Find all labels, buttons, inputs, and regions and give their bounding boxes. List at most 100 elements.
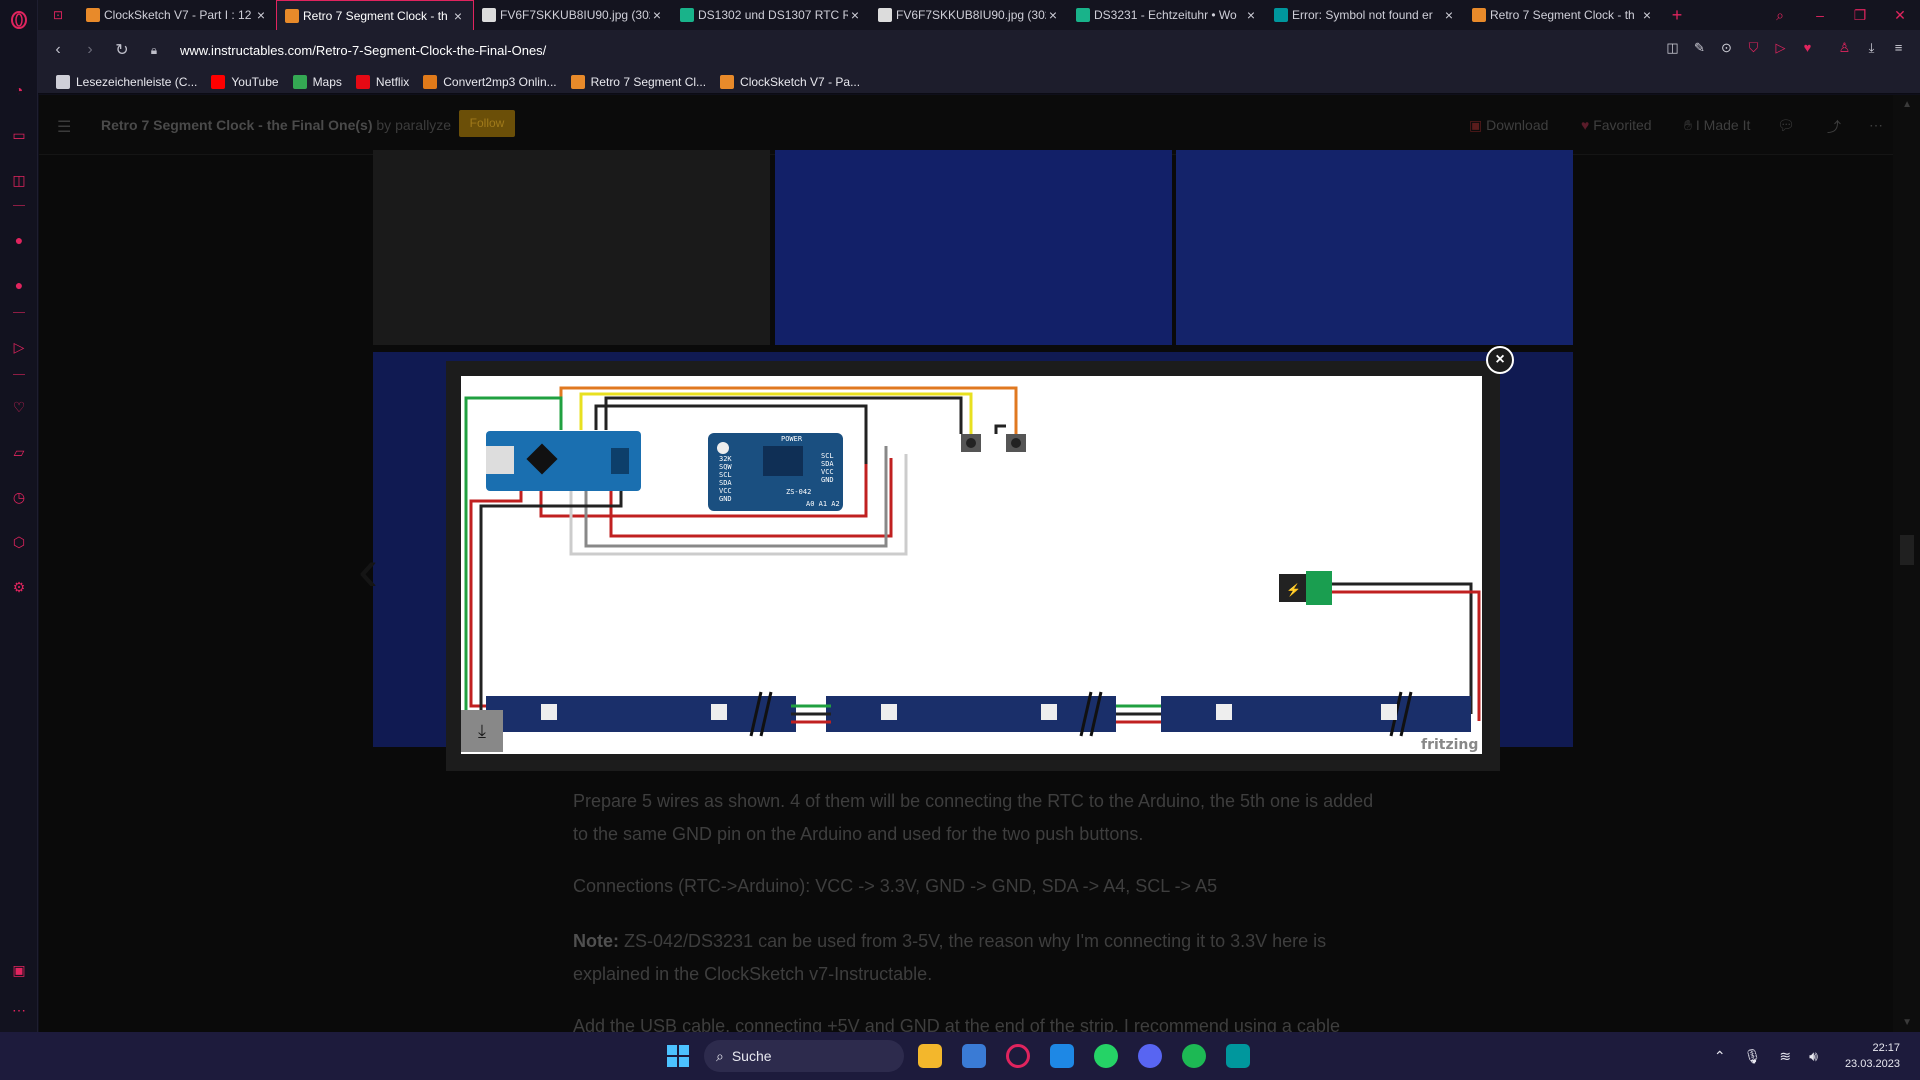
snapshot-icon[interactable]: ⊙ (1713, 40, 1740, 56)
mail-icon[interactable] (1040, 1040, 1084, 1072)
account-icon[interactable]: ♙ (1831, 40, 1858, 56)
tab-favicon (1472, 8, 1486, 22)
menu-icon[interactable]: ☰ (57, 117, 71, 137)
close-tab-icon[interactable]: × (451, 8, 465, 24)
back-button[interactable]: ‹ (42, 41, 74, 59)
close-tab-icon[interactable]: × (1244, 7, 1258, 23)
opera-logo-icon[interactable] (9, 10, 29, 30)
browser-tab[interactable]: FV6F7SKKUB8IU90.jpg (302 × (474, 0, 672, 30)
spotify-icon[interactable] (1172, 1040, 1216, 1072)
tabs-icon[interactable]: ▱ (9, 442, 29, 462)
bookmarks-bar: Lesezeichenleiste (C... YouTube Maps Netfli… (38, 70, 1920, 94)
share-icon[interactable]: ⤴ (1827, 117, 1841, 137)
reader-mode-icon[interactable]: ◫ (1659, 40, 1686, 56)
wifi-icon[interactable]: ≋ (1779, 1048, 1791, 1065)
bookmark-item[interactable]: Retro 7 Segment Cl... (570, 74, 706, 89)
new-tab-button[interactable]: + (1662, 0, 1692, 30)
more-options-icon[interactable]: ⋯ (1869, 117, 1883, 134)
bookmark-item[interactable]: YouTube (211, 74, 279, 89)
close-tab-icon[interactable]: × (1046, 7, 1060, 23)
tab-title: FV6F7SKKUB8IU90.jpg (302 (896, 8, 1046, 22)
close-window-button[interactable]: ✕ (1880, 0, 1920, 30)
close-tab-icon[interactable]: × (650, 7, 664, 23)
favorite-button[interactable]: ♥ Favorited (1581, 117, 1652, 133)
close-tab-icon[interactable]: × (848, 7, 862, 23)
svg-text:SCL: SCL (719, 471, 732, 479)
author-link[interactable]: by parallyze (376, 117, 451, 133)
download-button[interactable]: ▣ Download (1469, 117, 1548, 134)
speaker-icon[interactable]: 🔊︎ (1809, 1048, 1818, 1065)
scroll-up-icon[interactable]: ▲ (1902, 99, 1912, 110)
whatsapp-icon[interactable]: ● (9, 230, 29, 250)
easy-setup-icon[interactable]: ≡ (1885, 40, 1912, 56)
browser-tab[interactable]: FV6F7SKKUB8IU90.jpg (302 × (870, 0, 1068, 30)
taskbar-search[interactable]: ⌕ Suche (704, 1040, 904, 1072)
browser-tab[interactable]: Retro 7 Segment Clock - th × (276, 0, 474, 30)
extensions-cube-icon[interactable]: ⬡ (9, 532, 29, 552)
bookmark-item[interactable]: Convert2mp3 Onlin... (423, 74, 557, 89)
arduino-icon[interactable] (1216, 1040, 1260, 1072)
discord-icon[interactable] (1128, 1040, 1172, 1072)
opera-taskbar-icon[interactable] (996, 1040, 1040, 1072)
browser-tab[interactable]: ClockSketch V7 - Part I : 12 × (78, 0, 276, 30)
reload-button[interactable]: ↻ (106, 40, 138, 60)
start-button[interactable] (656, 1040, 700, 1072)
search-tabs-icon[interactable]: ⌕ (1760, 0, 1800, 30)
bookmark-item[interactable]: Lesezeichenleiste (C... (56, 74, 197, 89)
url-field[interactable]: www.instructables.com/Retro-7-Segment-Cl… (180, 43, 546, 58)
twitter-icon[interactable]: ● (9, 275, 29, 295)
edit-icon[interactable]: ✎ (1686, 40, 1713, 56)
browser-tab[interactable]: DS1302 und DS1307 RTC R × (672, 0, 870, 30)
step-photo[interactable] (373, 150, 770, 345)
follow-button[interactable]: Follow (459, 110, 515, 137)
send-icon[interactable]: ▷ (9, 337, 29, 357)
history-icon[interactable]: ◷ (9, 487, 29, 507)
microphone-icon[interactable]: 🎙︎ (1744, 1048, 1762, 1065)
close-tab-icon[interactable]: × (254, 7, 268, 23)
image-icon[interactable]: ▣ (9, 960, 29, 980)
scroll-thumb[interactable] (1900, 535, 1914, 565)
more-dots-icon[interactable]: ⋯ (9, 1000, 29, 1020)
step-photo[interactable] (1176, 150, 1573, 345)
tab-title: FV6F7SKKUB8IU90.jpg (302 (500, 8, 650, 22)
heart-icon[interactable]: ♡ (9, 397, 29, 417)
bookmark-favicon (720, 74, 735, 89)
file-explorer-icon[interactable] (908, 1040, 952, 1072)
close-tab-icon[interactable]: × (1442, 7, 1456, 23)
bookmark-item[interactable]: Maps (292, 74, 342, 89)
bookmark-item[interactable]: Netflix (355, 74, 409, 89)
browser-tab[interactable]: Error: Symbol not found er × (1266, 0, 1464, 30)
download-image-button[interactable]: ⤓ (461, 710, 503, 752)
send-icon[interactable]: ▷ (1767, 40, 1794, 56)
microsoft-store-icon[interactable] (952, 1040, 996, 1072)
chevron-up-icon[interactable]: ⌃ (1714, 1048, 1726, 1065)
minimize-button[interactable]: – (1800, 0, 1840, 30)
scroll-down-icon[interactable]: ▼ (1902, 1017, 1912, 1028)
download-icon[interactable]: ⤓ (1858, 40, 1885, 56)
forward-button[interactable]: › (74, 41, 106, 59)
browser-tab[interactable]: DS3231 - Echtzeituhr • Wo × (1068, 0, 1266, 30)
svg-text:ZS-042: ZS-042 (786, 488, 811, 496)
restore-button[interactable]: ❐ (1840, 0, 1880, 30)
step-photo[interactable] (775, 150, 1172, 345)
tab-title: DS1302 und DS1307 RTC R (698, 8, 848, 22)
shopping-bag-icon[interactable]: ▭ (9, 125, 29, 145)
comments-icon[interactable]: 💬︎ (1777, 117, 1795, 134)
whatsapp-taskbar-icon[interactable] (1084, 1040, 1128, 1072)
heart-icon[interactable]: ♥ (1794, 40, 1821, 56)
tab-workspaces[interactable]: ⊡ (38, 0, 78, 30)
page-scrollbar[interactable]: ▲ ▼ (1893, 95, 1920, 1032)
instagram-icon[interactable]: ◫ (9, 170, 29, 190)
close-lightbox-button[interactable]: × (1486, 346, 1514, 374)
close-tab-icon[interactable]: × (1640, 7, 1654, 23)
browser-tab[interactable]: Retro 7 Segment Clock - th × (1464, 0, 1662, 30)
previous-image-button[interactable]: ‹ (358, 540, 378, 600)
speed-dial-icon[interactable]: ◔ (9, 80, 29, 100)
adblock-shield-icon[interactable]: ⛉ (1740, 40, 1767, 56)
bookmark-label: Convert2mp3 Onlin... (443, 74, 557, 89)
clock[interactable]: 22:17 23.03.2023 (1845, 1040, 1900, 1072)
i-made-it-button[interactable]: ✋︎ I Made It (1684, 117, 1750, 134)
bookmark-item[interactable]: ClockSketch V7 - Pa... (720, 74, 860, 89)
bookmark-favicon (292, 74, 307, 89)
settings-gear-icon[interactable]: ⚙ (9, 577, 29, 597)
